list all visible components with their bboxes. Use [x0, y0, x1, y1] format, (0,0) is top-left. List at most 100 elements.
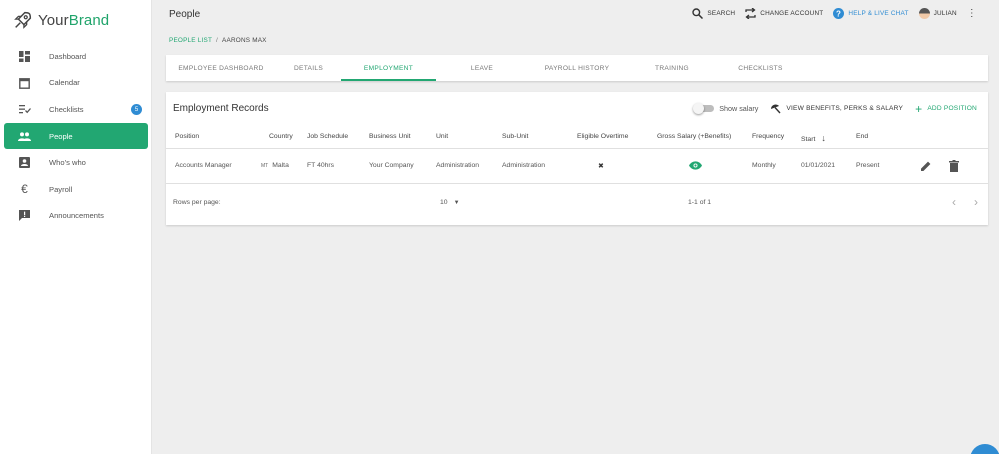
benefits-label: VIEW BENEFITS, PERKS & SALARY [786, 105, 904, 112]
tab-checklists[interactable]: CHECKLISTS [718, 55, 803, 81]
col-end[interactable]: End [856, 133, 868, 140]
col-business-unit[interactable]: Business Unit [369, 133, 411, 140]
cell-unit: Administration [436, 162, 480, 169]
arrow-down-icon: ↓ [821, 133, 826, 143]
breadcrumb-people-list[interactable]: PEOPLE LIST [169, 37, 212, 44]
help-live-chat-button[interactable]: ? HELP & LIVE CHAT [833, 8, 908, 19]
sidebar-item-people[interactable]: People [4, 122, 148, 150]
country-name: Malta [272, 162, 289, 169]
people-icon [18, 130, 31, 143]
user-name: JULIAN [933, 10, 957, 17]
view-benefits-button[interactable]: VIEW BENEFITS, PERKS & SALARY [770, 103, 903, 114]
overtime-x-icon: ✖ [598, 163, 604, 170]
add-position-label: ADD POSITION [927, 105, 977, 112]
user-menu[interactable]: JULIAN [918, 8, 957, 19]
change-account-button[interactable]: CHANGE ACCOUNT [745, 8, 823, 19]
sidebar-item-checklists[interactable]: Checklists 5 [4, 96, 148, 123]
chevron-left-icon[interactable]: ‹ [952, 195, 956, 209]
col-sub-unit[interactable]: Sub-Unit [502, 133, 528, 140]
col-start[interactable]: Start ↓ [801, 133, 826, 143]
checklists-count-badge: 5 [131, 104, 142, 116]
help-label: HELP & LIVE CHAT [848, 10, 909, 17]
euro-icon: € [21, 182, 28, 197]
add-position-button[interactable]: + ADD POSITION [915, 101, 977, 116]
cell-position: Accounts Manager [175, 162, 232, 169]
announcement-icon [18, 209, 31, 222]
cell-country: MT Malta [261, 162, 289, 169]
sidebar-item-label: Dashboard [49, 51, 87, 61]
sidebar-item-whos-who[interactable]: Who's who [4, 149, 148, 176]
col-frequency[interactable]: Frequency [752, 133, 784, 140]
breadcrumb: PEOPLE LIST / AARONS MAX [169, 37, 267, 44]
card-actions: Show salary VIEW BENEFITS, PERKS & SALAR… [693, 101, 977, 116]
cell-start: 01/01/2021 [801, 162, 836, 169]
tab-employee-dashboard[interactable]: EMPLOYEE DASHBOARD [166, 55, 276, 81]
table-header: Position Country Job Schedule Business U… [166, 128, 988, 148]
chevron-right-icon[interactable]: › [974, 195, 978, 209]
rows-per-page-value: 10 [440, 199, 448, 206]
help-icon: ? [833, 8, 845, 19]
show-salary-toggle[interactable]: Show salary [693, 103, 758, 114]
toggle-knob [693, 103, 705, 114]
pager: ‹ › [952, 195, 978, 209]
toggle-switch[interactable] [693, 103, 715, 114]
col-eligible-overtime[interactable]: Eligible Overtime [577, 133, 628, 140]
more-vert-icon[interactable]: ⋮ [967, 8, 977, 19]
col-country[interactable]: Country [269, 133, 293, 140]
table-pagination: Rows per page: 10 ▼ 1-1 of 1 ‹ › [166, 184, 988, 225]
col-unit[interactable]: Unit [436, 133, 448, 140]
edit-icon[interactable] [920, 160, 932, 174]
tab-bar: EMPLOYEE DASHBOARD DETAILS EMPLOYMENT LE… [166, 55, 988, 81]
table-row[interactable]: Accounts Manager MT Malta FT 40hrs Your C… [166, 148, 988, 184]
breadcrumb-current: AARONS MAX [222, 37, 267, 44]
cell-end: Present [856, 162, 880, 169]
pagination-range: 1-1 of 1 [688, 199, 712, 206]
col-gross-salary[interactable]: Gross Salary (+Benefits) [657, 133, 731, 140]
search-icon [692, 8, 704, 19]
card-title: Employment Records [173, 103, 269, 114]
search-label: SEARCH [707, 10, 736, 17]
tab-training[interactable]: TRAINING [626, 55, 718, 81]
plus-icon: + [915, 101, 923, 116]
tab-employment[interactable]: EMPLOYMENT [341, 55, 436, 81]
sidebar-item-label: Announcements [49, 211, 104, 221]
sidebar-item-dashboard[interactable]: Dashboard [4, 43, 148, 70]
search-button[interactable]: SEARCH [692, 8, 735, 19]
col-job-schedule[interactable]: Job Schedule [307, 133, 348, 140]
brand-name: YourBrand [38, 11, 110, 29]
sidebar-item-calendar[interactable]: Calendar [4, 70, 148, 97]
svg-text:?: ? [836, 9, 841, 18]
calendar-icon [18, 76, 31, 89]
tab-payroll-history[interactable]: PAYROLL HISTORY [528, 55, 626, 81]
chat-bubble-button[interactable] [970, 444, 999, 454]
sidebar-item-label: Checklists [49, 104, 84, 114]
contact-card-icon [18, 156, 31, 169]
sidebar-item-announcements[interactable]: Announcements [4, 203, 148, 230]
cell-schedule: FT 40hrs [307, 162, 335, 169]
checklist-icon [18, 103, 31, 116]
change-account-label: CHANGE ACCOUNT [760, 10, 824, 17]
delete-icon[interactable] [949, 160, 959, 174]
cell-frequency: Monthly [752, 162, 776, 169]
sidebar-nav: Dashboard Calendar Checklists 5 People W… [0, 43, 152, 229]
rows-per-page-label: Rows per page: [173, 199, 221, 206]
sidebar-item-payroll[interactable]: € Payroll [4, 176, 148, 203]
top-bar: People SEARCH CHANGE ACCOUNT ? HELP & LI… [152, 0, 999, 32]
breadcrumb-separator: / [216, 37, 219, 44]
top-actions: SEARCH CHANGE ACCOUNT ? HELP & LIVE CHAT… [692, 8, 977, 19]
sidebar-item-label: Who's who [49, 158, 86, 168]
flag-icon: MT [261, 163, 269, 169]
col-position[interactable]: Position [175, 133, 199, 140]
caret-down-icon: ▼ [453, 199, 460, 206]
employment-records-card: Employment Records Show salary VIEW BENE… [166, 92, 988, 225]
tab-leave[interactable]: LEAVE [436, 55, 528, 81]
sidebar-item-label: Payroll [49, 184, 73, 194]
sidebar: YourBrand Dashboard Calendar Checklists … [0, 0, 152, 454]
sidebar-item-label: People [49, 131, 73, 141]
brand-logo[interactable]: YourBrand [12, 8, 109, 32]
rocket-icon [14, 11, 32, 29]
cell-sub-unit: Administration [502, 162, 546, 169]
eye-icon[interactable] [689, 161, 702, 172]
tab-details[interactable]: DETAILS [276, 55, 341, 81]
rows-per-page-select[interactable]: 10 ▼ [440, 199, 460, 206]
